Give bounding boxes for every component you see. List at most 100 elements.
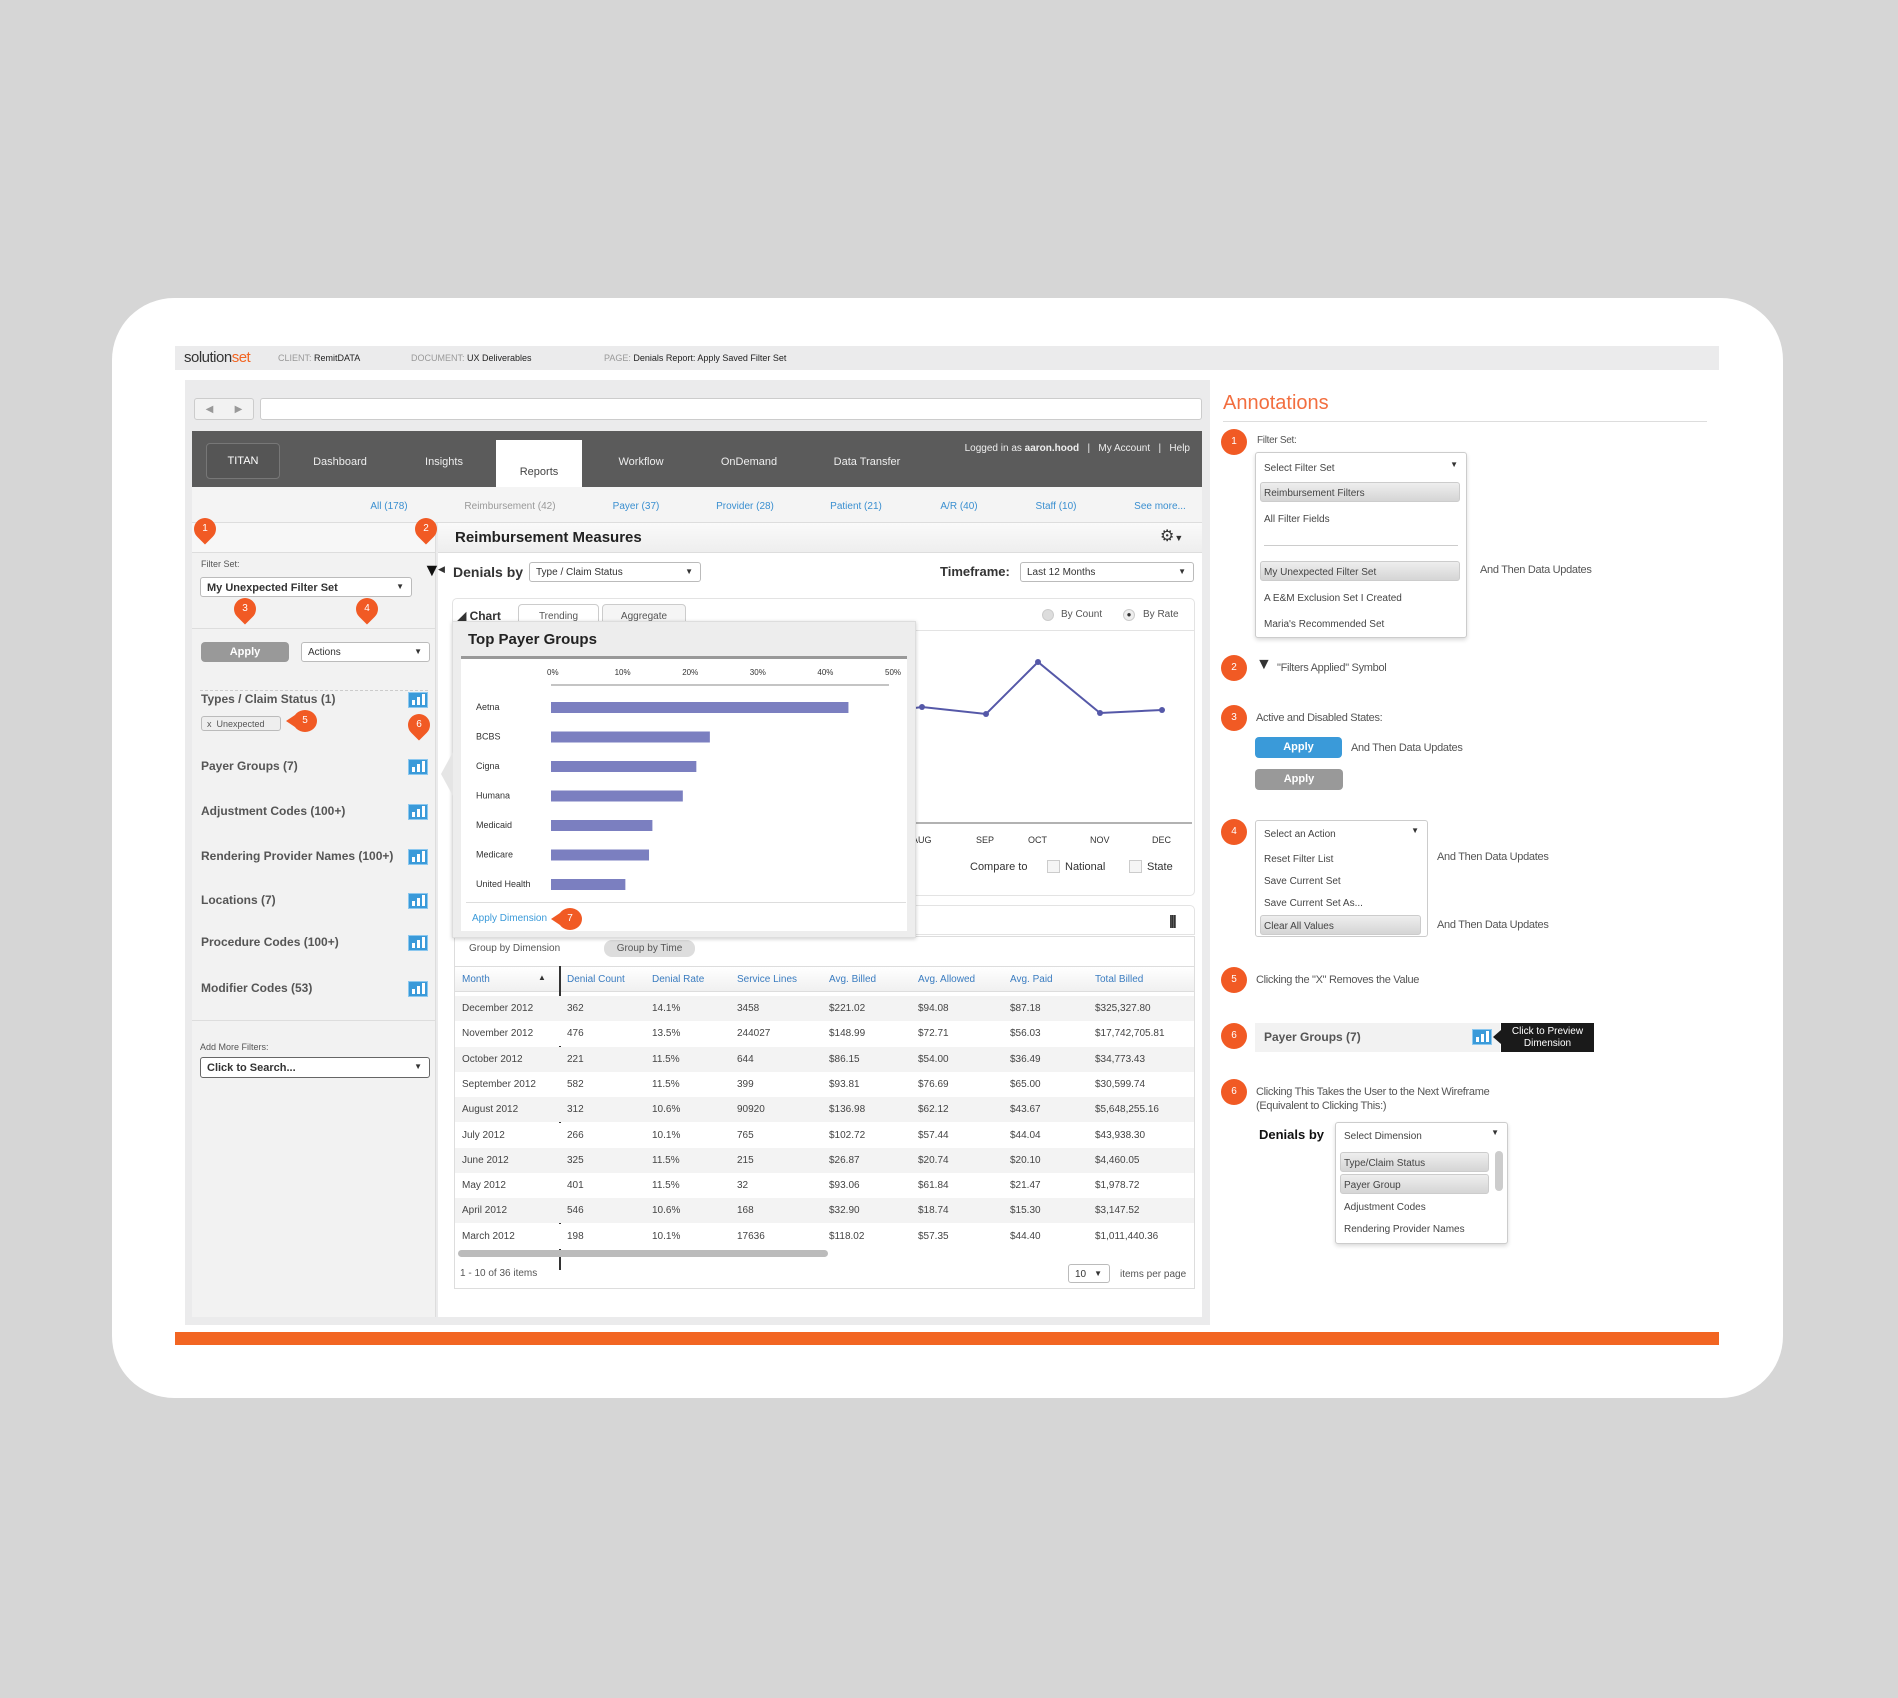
filter-modifier-codes[interactable]: Modifier Codes (53)	[201, 981, 312, 995]
column-header[interactable]: Total Billed	[1095, 974, 1143, 985]
actions-select[interactable]: Actions	[301, 642, 430, 662]
chart-preview-icon[interactable]	[1472, 1029, 1492, 1045]
select-filter-set[interactable]: Select Filter Set	[1264, 463, 1335, 474]
filter-procedure-codes[interactable]: Procedure Codes (100+)	[201, 935, 339, 949]
option-reimbursement-filters[interactable]: Reimbursement Filters	[1264, 488, 1365, 499]
column-header[interactable]: Avg. Billed	[829, 974, 876, 985]
table-row	[455, 1147, 1194, 1173]
column-header[interactable]: Month	[462, 974, 490, 985]
option-reset-filter-list[interactable]: Reset Filter List	[1264, 854, 1333, 865]
subnav-ar[interactable]: A/R (40)	[940, 501, 977, 512]
nav-ondemand[interactable]: OnDemand	[721, 456, 777, 468]
table-cell: $34,773.43	[1095, 1053, 1146, 1065]
nav-dashboard[interactable]: Dashboard	[313, 456, 367, 468]
table-cell: $61.84	[918, 1180, 949, 1192]
annotation-2-text: "Filters Applied" Symbol	[1277, 662, 1387, 674]
table-cell: $3,147.52	[1095, 1205, 1140, 1217]
filter-locations[interactable]: Locations (7)	[201, 893, 276, 907]
option-em-exclusion-set[interactable]: A E&M Exclusion Set I Created	[1264, 593, 1402, 604]
column-header[interactable]: Service Lines	[737, 974, 797, 985]
column-chooser-icon[interactable]: |||	[1169, 912, 1177, 928]
chart-preview-icon[interactable]	[408, 981, 428, 997]
address-bar[interactable]	[260, 398, 1202, 420]
collapse-sidebar-icon[interactable]: ◀	[438, 564, 445, 575]
dropdown-scrollbar[interactable]	[1495, 1151, 1503, 1191]
nav-reports[interactable]: Reports	[496, 440, 582, 487]
subnav-payer[interactable]: Payer (37)	[613, 501, 660, 512]
trend-point	[983, 711, 989, 717]
nav-data-transfer[interactable]: Data Transfer	[834, 456, 901, 468]
by-rate-radio[interactable]: ●	[1123, 609, 1135, 621]
group-by-dimension-tab[interactable]: Group by Dimension	[469, 943, 560, 954]
option-clear-all-values[interactable]: Clear All Values	[1264, 921, 1334, 932]
chart-preview-icon[interactable]	[408, 692, 428, 708]
browser-nav-buttons[interactable]: ◀ ▶	[194, 398, 254, 420]
subnav-reimbursement[interactable]: Reimbursement (42)	[464, 501, 555, 512]
help-link[interactable]: Help	[1169, 443, 1190, 454]
subnav-patient[interactable]: Patient (21)	[830, 501, 882, 512]
subnav-see-more[interactable]: See more...	[1134, 501, 1186, 512]
option-payer-group[interactable]: Payer Group	[1344, 1180, 1401, 1191]
add-more-filters-label: Add More Filters:	[200, 1042, 269, 1052]
column-header[interactable]: Avg. Paid	[1010, 974, 1053, 985]
filter-adjustment-codes[interactable]: Adjustment Codes (100+)	[201, 804, 345, 818]
timeframe-select[interactable]: Last 12 Months	[1020, 562, 1194, 582]
annotation-badge-2: 2	[1221, 655, 1247, 681]
national-checkbox[interactable]	[1047, 860, 1060, 873]
state-checkbox[interactable]	[1129, 860, 1142, 873]
horizontal-scrollbar[interactable]	[458, 1250, 828, 1257]
per-page-select[interactable]: 10	[1068, 1264, 1110, 1283]
option-type-claim-status[interactable]: Type/Claim Status	[1344, 1158, 1425, 1169]
select-an-action[interactable]: Select an Action	[1264, 829, 1336, 840]
trend-point	[919, 704, 925, 710]
back-icon[interactable]: ◀	[206, 404, 214, 415]
nav-insights[interactable]: Insights	[425, 456, 463, 468]
filter-types-claim-status[interactable]: Types / Claim Status (1)	[201, 692, 335, 706]
my-account-link[interactable]: My Account	[1098, 443, 1150, 454]
annotation-badge-5: 5	[1221, 967, 1247, 993]
filter-rendering-provider-names[interactable]: Rendering Provider Names (100+)	[201, 849, 393, 863]
option-rendering-provider-names[interactable]: Rendering Provider Names	[1344, 1224, 1465, 1235]
chart-preview-icon[interactable]	[408, 849, 428, 865]
national-label: National	[1065, 861, 1106, 873]
option-save-current-set-as[interactable]: Save Current Set As...	[1264, 898, 1363, 909]
option-my-unexpected-filter-set[interactable]: My Unexpected Filter Set	[1264, 567, 1376, 578]
option-all-filter-fields[interactable]: All Filter Fields	[1264, 514, 1330, 525]
subnav-staff[interactable]: Staff (10)	[1036, 501, 1077, 512]
table-cell: $221.02	[829, 1003, 866, 1014]
option-save-current-set[interactable]: Save Current Set	[1264, 876, 1341, 887]
pager-text: 1 - 10 of 36 items	[460, 1268, 538, 1279]
filter-search-input[interactable]: Click to Search...	[200, 1057, 430, 1078]
filter-payer-groups[interactable]: Payer Groups (7)	[201, 759, 298, 773]
sort-ascending-icon[interactable]: ▲	[538, 973, 546, 982]
annotation-4-note-2: And Then Data Updates	[1437, 919, 1549, 931]
apply-button-active[interactable]: Apply	[1255, 737, 1342, 758]
chart-preview-icon[interactable]	[408, 804, 428, 820]
column-header[interactable]: Avg. Allowed	[918, 974, 975, 985]
filter-set-label: Filter Set:	[201, 559, 240, 569]
filter-set-select[interactable]: My Unexpected Filter Set	[200, 577, 412, 597]
subnav-all[interactable]: All (178)	[370, 501, 407, 512]
apply-dimension-link[interactable]: Apply Dimension	[472, 913, 547, 924]
apply-button[interactable]: Apply	[201, 642, 289, 662]
dimension-select[interactable]: Type / Claim Status	[529, 562, 701, 582]
chart-preview-icon[interactable]	[408, 893, 428, 909]
table-cell: 401	[567, 1180, 584, 1192]
column-header[interactable]: Denial Count	[567, 974, 625, 985]
chart-preview-icon[interactable]	[408, 935, 428, 951]
table-cell: $30,599.74	[1095, 1078, 1146, 1090]
subnav-provider[interactable]: Provider (28)	[716, 501, 774, 512]
by-count-radio[interactable]	[1042, 609, 1054, 621]
annotation-3-note: And Then Data Updates	[1351, 742, 1463, 754]
remove-chip-x[interactable]: x	[207, 719, 212, 729]
select-dimension[interactable]: Select Dimension	[1344, 1131, 1422, 1142]
brand-titan[interactable]: TITAN	[206, 443, 280, 479]
column-header[interactable]: Denial Rate	[652, 974, 704, 985]
forward-icon[interactable]: ▶	[235, 404, 243, 415]
option-marias-recommended-set[interactable]: Maria's Recommended Set	[1264, 619, 1384, 630]
settings-gear-icon[interactable]: ⚙▼	[1160, 526, 1183, 546]
chart-preview-icon[interactable]	[408, 759, 428, 775]
option-adjustment-codes[interactable]: Adjustment Codes	[1344, 1202, 1426, 1213]
nav-workflow[interactable]: Workflow	[618, 456, 663, 468]
group-by-time-tab[interactable]: Group by Time	[604, 940, 695, 957]
